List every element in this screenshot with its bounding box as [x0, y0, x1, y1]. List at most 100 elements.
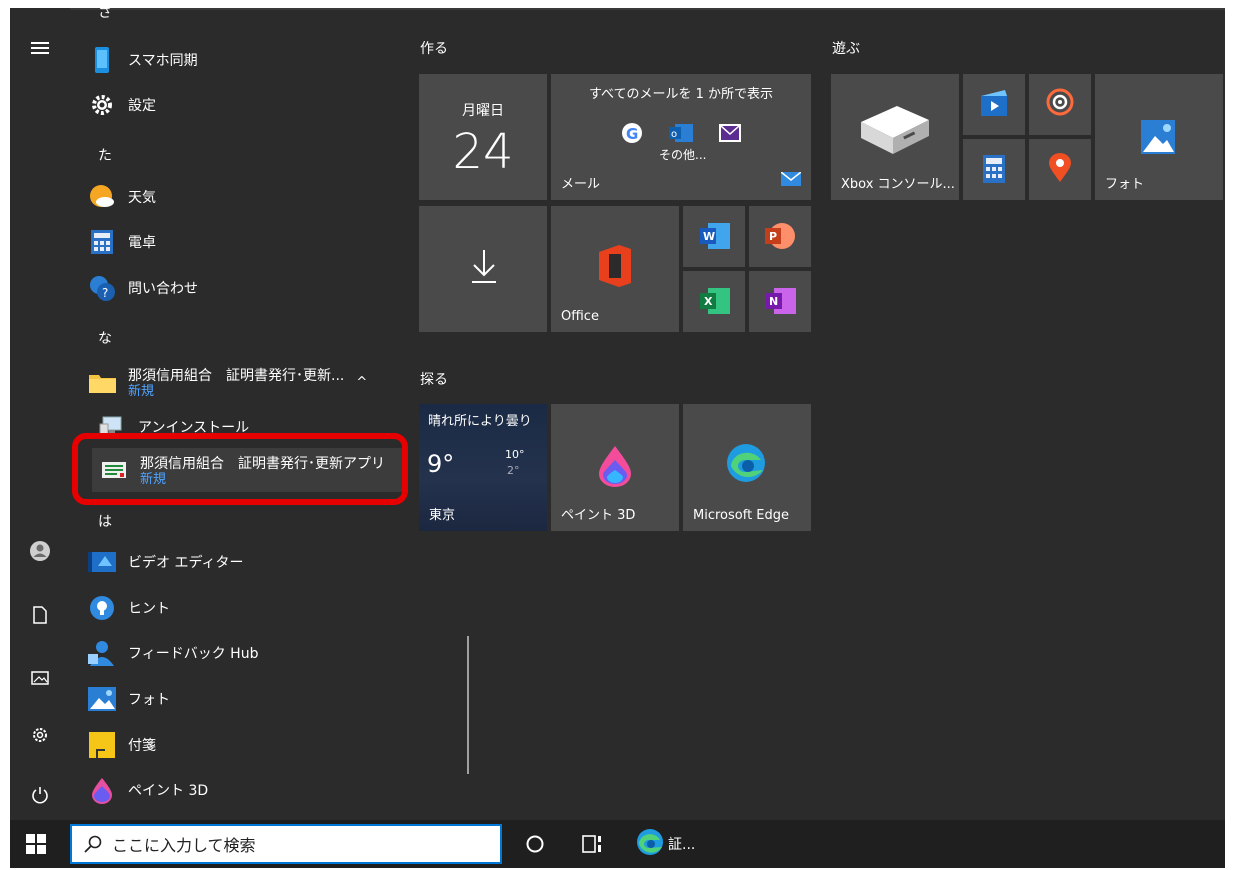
office-label: Office [561, 309, 599, 324]
app-label: フォト [128, 692, 170, 708]
tile-groove-music[interactable] [1029, 74, 1091, 135]
photo-icon [88, 685, 116, 713]
paint-3d-icon [88, 776, 116, 804]
taskbar-search-box[interactable]: ここに入力して検索 [70, 824, 502, 864]
tile-office[interactable]: Office [551, 206, 679, 332]
app-label: フィードバック Hub [128, 646, 259, 662]
app-label: 設定 [128, 98, 156, 114]
app-tips[interactable]: ヒント [88, 588, 408, 628]
google-icon: G [621, 122, 643, 148]
hamburger-menu-icon[interactable] [20, 28, 60, 68]
tile-microsoft-edge[interactable]: Microsoft Edge [683, 404, 811, 531]
xbox-label: Xbox コンソール... [841, 177, 955, 192]
pictures-icon[interactable] [20, 658, 60, 698]
powerpoint-icon: P [765, 222, 795, 254]
excel-icon: X [700, 288, 730, 318]
weather-icon [88, 183, 116, 211]
app-photos[interactable]: フォト [88, 679, 408, 719]
tile-maps[interactable] [1029, 139, 1091, 200]
start-rail [10, 8, 70, 820]
app-settings[interactable]: 設定 [88, 85, 408, 125]
tile-xbox-console[interactable]: Xbox コンソール... [831, 74, 959, 200]
tile-word[interactable]: W [683, 206, 745, 267]
tile-calendar[interactable]: 月曜日 24 [419, 74, 547, 200]
mail-header: すべてのメールを 1 か所で表示 [588, 87, 774, 102]
letter-header-ha[interactable]: は [98, 511, 112, 531]
folder-nasu[interactable]: 那須信用組合 証明書発行･更新... 新規 ^ [88, 360, 408, 404]
windows-start-icon[interactable] [26, 834, 46, 858]
tile-movies-tv[interactable] [963, 74, 1025, 135]
group-header-play[interactable]: 遊ぶ [832, 38, 860, 58]
weather-title: 晴れ所により曇り [428, 414, 532, 429]
app-label: ビデオ エディター [128, 555, 244, 571]
letter-header-ta[interactable]: た [98, 145, 112, 165]
folder-label: 那須信用組合 証明書発行･更新... [128, 368, 345, 384]
start-menu: さ スマホ同期 設定 た 天気 電卓 ? 問い合わせ な 那須信用組合 証明書発… [10, 8, 1225, 820]
weather-city: 東京 [429, 508, 456, 523]
svg-text:P: P [769, 230, 777, 243]
letter-header-na[interactable]: な [98, 328, 112, 348]
svg-text:N: N [769, 295, 778, 308]
app-list: さ スマホ同期 設定 た 天気 電卓 ? 問い合わせ な 那須信用組合 証明書発… [70, 8, 469, 820]
tile-powerpoint[interactable]: P [749, 206, 811, 267]
group-header-explore[interactable]: 探る [420, 369, 448, 389]
tile-paint-3d[interactable]: ペイント 3D [551, 404, 679, 531]
svg-text:G: G [626, 125, 638, 143]
video-editor-icon [88, 548, 116, 576]
groove-music-icon [1046, 88, 1074, 120]
tile-onenote[interactable]: N [749, 271, 811, 332]
calculator-icon [88, 228, 116, 256]
app-label: ヒント [128, 601, 170, 617]
tile-download[interactable] [419, 206, 547, 332]
edge-taskbar-button[interactable]: 証... [636, 828, 695, 860]
gear-icon [88, 91, 116, 119]
svg-text:?: ? [102, 286, 108, 300]
xbox-console-icon [857, 102, 933, 162]
folder-icon [88, 368, 116, 396]
svg-text:o: o [671, 129, 677, 140]
search-icon [84, 835, 102, 853]
photos-label: フォト [1105, 177, 1145, 192]
app-sticky-notes[interactable]: 付箋 [88, 725, 408, 765]
settings-gear-icon[interactable] [20, 715, 60, 755]
app-calculator[interactable]: 電卓 [88, 222, 408, 262]
user-account-icon[interactable] [20, 531, 60, 571]
tile-weather[interactable]: 晴れ所により曇り 9° 10° 2° 東京 [419, 404, 547, 531]
download-arrow-icon [471, 248, 497, 288]
help-icon: ? [88, 274, 116, 302]
app-feedback-hub[interactable]: フィードバック Hub [88, 633, 408, 673]
highlight-box [72, 433, 408, 505]
weather-temp: 9° [427, 450, 455, 478]
phone-icon [88, 46, 116, 74]
svg-text:W: W [703, 230, 715, 243]
group-header-create[interactable]: 作る [420, 38, 448, 58]
mail-label: メール [561, 177, 601, 192]
app-label: 問い合わせ [128, 281, 198, 297]
paint-3d-drop-icon [597, 444, 633, 492]
calendar-weekday: 月曜日 [462, 103, 504, 119]
app-video-editor[interactable]: ビデオ エディター [88, 542, 408, 582]
movies-tv-icon [981, 90, 1007, 122]
power-icon[interactable] [20, 775, 60, 815]
app-get-help[interactable]: ? 問い合わせ [88, 268, 408, 308]
task-view-icon[interactable] [582, 833, 604, 859]
edge-taskbar-icon [636, 828, 664, 860]
edge-taskbar-label: 証... [668, 837, 696, 853]
app-label: ペイント 3D [128, 783, 209, 799]
app-your-phone[interactable]: スマホ同期 [88, 40, 408, 80]
tile-calculator[interactable] [963, 139, 1025, 200]
chevron-up-icon[interactable]: ^ [356, 375, 367, 390]
app-weather[interactable]: 天気 [88, 177, 408, 217]
tile-photos[interactable]: フォト [1095, 74, 1223, 200]
cortana-icon[interactable] [525, 834, 545, 858]
app-paint-3d[interactable]: ペイント 3D [88, 770, 408, 810]
tile-mail[interactable]: すべてのメールを 1 か所で表示 G o その他... メール [551, 74, 811, 200]
office-logo-icon [597, 244, 633, 292]
onenote-icon: N [766, 288, 796, 318]
outlook-icon: o [669, 122, 693, 148]
scrollbar[interactable] [467, 636, 469, 774]
letter-header-sa[interactable]: さ [98, 8, 112, 22]
documents-icon[interactable] [20, 595, 60, 635]
tile-excel[interactable]: X [683, 271, 745, 332]
new-badge: 新規 [128, 384, 155, 399]
